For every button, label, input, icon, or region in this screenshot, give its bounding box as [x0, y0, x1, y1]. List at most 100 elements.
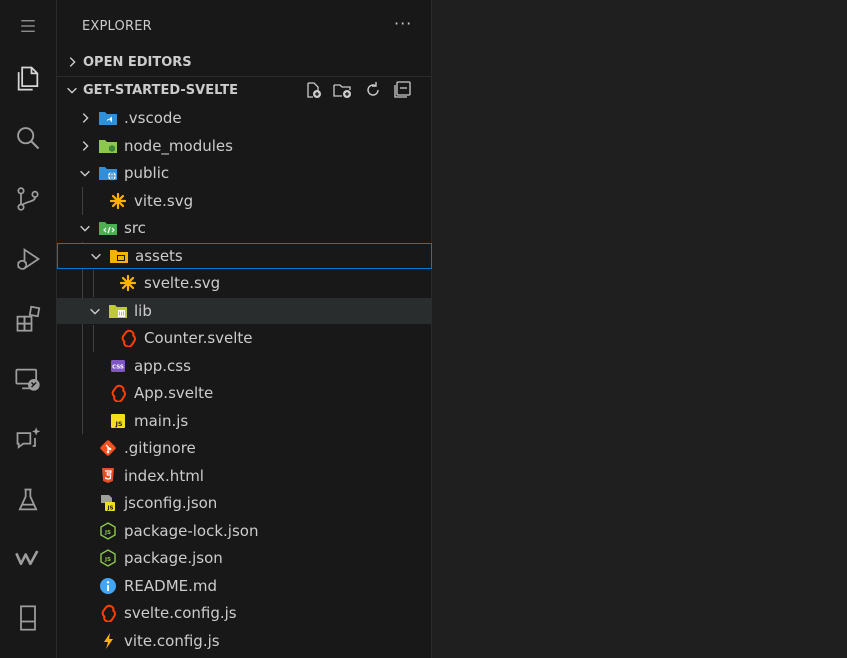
chevron-down-icon[interactable]: [87, 303, 103, 319]
tree-item[interactable]: svelte.svg: [57, 270, 432, 296]
editor-area: [432, 0, 847, 658]
explorer-icon[interactable]: [9, 59, 47, 97]
new-file-icon[interactable]: [303, 80, 323, 100]
tree-item-label: public: [124, 164, 170, 182]
chat-icon[interactable]: [9, 420, 47, 458]
html-file-icon: [98, 467, 118, 485]
section-actions: [303, 80, 413, 100]
tree-item[interactable]: JS jsconfig.json: [57, 490, 432, 516]
chevron-right-icon: [61, 55, 83, 69]
chevron-down-icon[interactable]: [77, 220, 93, 236]
css-file-icon: CSS: [108, 357, 128, 375]
js-file-icon: JS: [108, 412, 128, 430]
wakatime-icon[interactable]: [9, 539, 47, 577]
tree-item-label: main.js: [134, 412, 189, 430]
chevron-down-icon[interactable]: [88, 248, 104, 264]
svg-text:JS: JS: [114, 420, 122, 428]
remote-explorer-icon[interactable]: [9, 360, 47, 398]
svelte-file-icon: [98, 604, 118, 622]
tree-item[interactable]: svelte.config.js: [57, 600, 432, 626]
tree-item-label: vite.config.js: [124, 632, 220, 650]
tree-item-label: app.css: [134, 357, 191, 375]
testing-icon[interactable]: [9, 481, 47, 519]
tree-item-label: package.json: [124, 549, 223, 567]
tree-item-label: README.md: [124, 577, 218, 595]
tree-item-label: lib: [134, 302, 152, 320]
open-editors-section[interactable]: OPEN EDITORS: [57, 49, 432, 75]
tree-item-label: svelte.svg: [144, 274, 221, 292]
open-editors-label: OPEN EDITORS: [83, 54, 192, 70]
collapse-all-icon[interactable]: [393, 80, 413, 100]
chevron-down-icon[interactable]: [77, 165, 93, 181]
tree-item-label: .gitignore: [124, 439, 196, 457]
tree-item-label: jsconfig.json: [124, 494, 218, 512]
jsconfig-file-icon: JS: [98, 494, 118, 512]
svg-text:JS: JS: [104, 557, 111, 563]
tree-item-label: Counter.svelte: [144, 329, 253, 347]
tree-item[interactable]: README.md: [57, 573, 432, 599]
panel-icon[interactable]: [9, 599, 47, 637]
explorer-title: EXPLORER: [82, 19, 152, 34]
node-folder-icon: [98, 137, 118, 155]
tree-item[interactable]: JS main.js: [57, 408, 432, 434]
tree-item-label: .vscode: [124, 109, 182, 127]
tree-item[interactable]: public: [57, 160, 432, 186]
chevron-down-icon: [61, 83, 83, 97]
tree-item-label: assets: [135, 247, 183, 265]
menu-icon[interactable]: [9, 7, 47, 45]
refresh-icon[interactable]: [363, 80, 383, 100]
tree-item[interactable]: App.svelte: [57, 380, 432, 406]
svg-text:JS: JS: [104, 530, 111, 536]
tree-item[interactable]: vite.svg: [57, 188, 432, 214]
tree-item[interactable]: CSS app.css: [57, 353, 432, 379]
svelte-file-icon: [118, 329, 138, 347]
vscode-folder-icon: [98, 109, 118, 127]
vite-file-icon: [98, 632, 118, 650]
chevron-right-icon[interactable]: [77, 138, 93, 154]
tree-item-label: src: [124, 219, 146, 237]
git-file-icon: [98, 439, 118, 457]
tree-item[interactable]: index.html: [57, 463, 432, 489]
new-folder-icon[interactable]: [333, 80, 353, 100]
search-icon[interactable]: [9, 119, 47, 157]
chevron-right-icon[interactable]: [77, 110, 93, 126]
tree-item[interactable]: vite.config.js: [57, 628, 432, 654]
tree-item[interactable]: lib: [57, 298, 432, 324]
tree-item[interactable]: node_modules: [57, 133, 432, 159]
explorer-sidebar: EXPLORER ··· OPEN EDITORS GET-STARTED-SV…: [57, 0, 432, 658]
lib-folder-icon: [108, 302, 128, 320]
assets-folder-icon: [109, 247, 129, 265]
tree-item-label: index.html: [124, 467, 204, 485]
extensions-icon[interactable]: [9, 300, 47, 338]
node-json-file-icon: JS: [98, 522, 118, 540]
tree-item[interactable]: .vscode: [57, 105, 432, 131]
tree-item[interactable]: JS package-lock.json: [57, 518, 432, 544]
tree-item-label: vite.svg: [134, 192, 194, 210]
run-debug-icon[interactable]: [9, 240, 47, 278]
project-label: GET-STARTED-SVELTE: [83, 82, 238, 98]
tree-item-label: svelte.config.js: [124, 604, 237, 622]
svelte-file-icon: [108, 384, 128, 402]
tree-item[interactable]: assets: [57, 243, 432, 269]
svg-file-icon: [108, 192, 128, 210]
tree-item-label: package-lock.json: [124, 522, 259, 540]
source-control-icon[interactable]: [9, 180, 47, 218]
tree-item[interactable]: src: [57, 215, 432, 241]
tree-item[interactable]: JS package.json: [57, 545, 432, 571]
tree-item[interactable]: Counter.svelte: [57, 325, 432, 351]
tree-item-label: node_modules: [124, 137, 233, 155]
more-actions-button[interactable]: ···: [394, 14, 412, 33]
tree-item[interactable]: .gitignore: [57, 435, 432, 461]
src-folder-icon: [98, 219, 118, 237]
